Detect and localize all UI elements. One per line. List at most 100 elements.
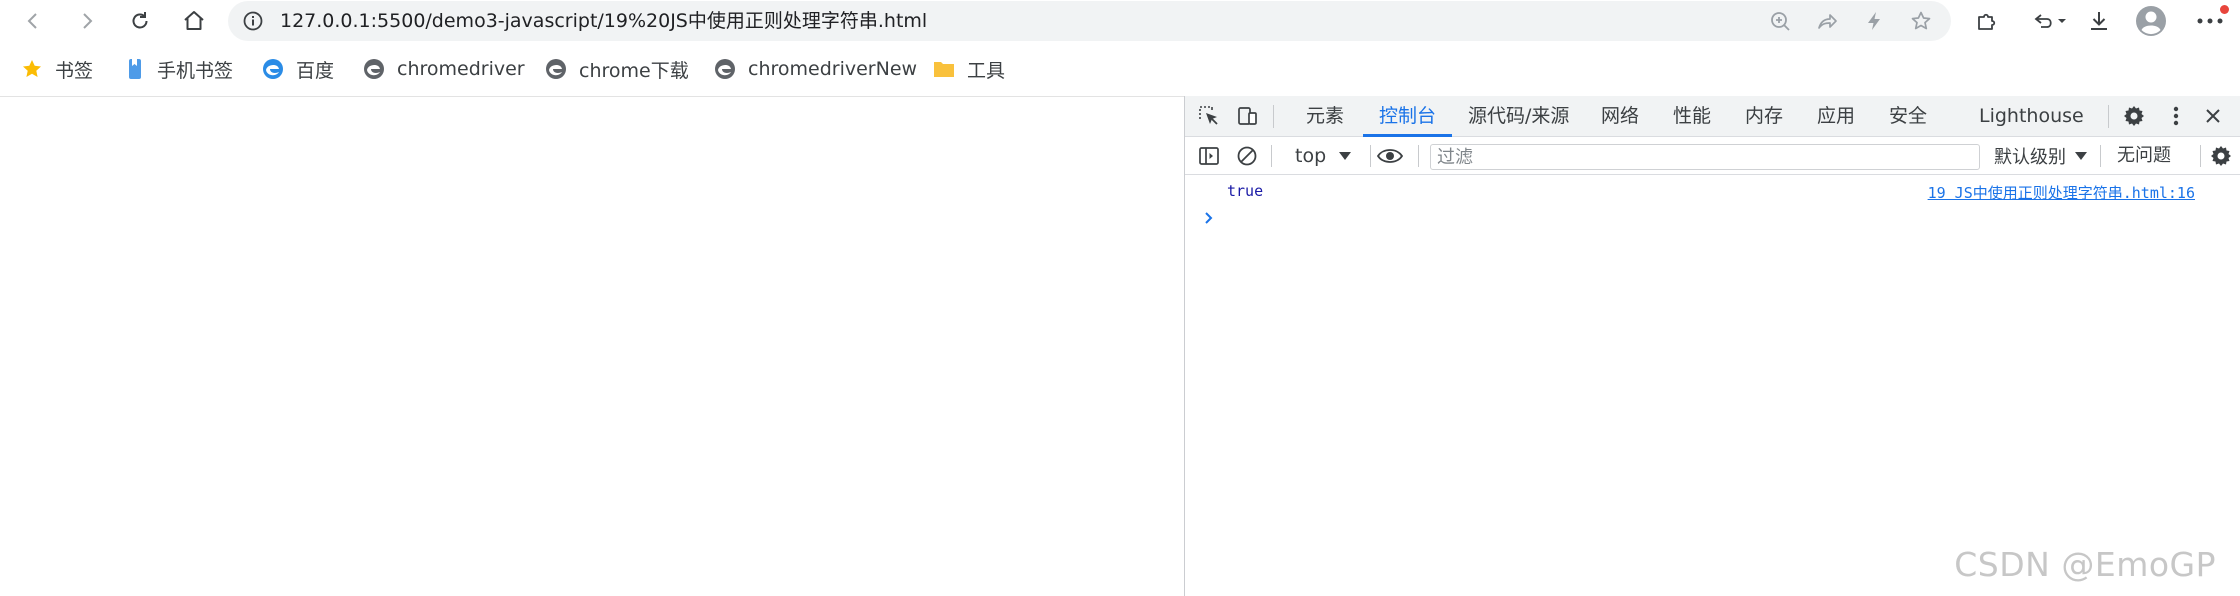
extensions-button[interactable] — [1967, 2, 2007, 40]
zoom-icon — [1769, 10, 1791, 32]
console-settings-button[interactable] — [2206, 141, 2236, 171]
notification-dot — [2220, 5, 2229, 14]
gear-icon — [2209, 144, 2233, 168]
log-level-value: 默认级别 — [1994, 147, 2066, 168]
share-button[interactable] — [1813, 7, 1841, 35]
site-info-icon[interactable] — [242, 10, 264, 32]
device-mode-icon — [1235, 104, 1259, 128]
bookmark-label: 手机书签 — [157, 59, 234, 82]
live-expression-button[interactable] — [1375, 141, 1405, 171]
chevron-right-icon — [1203, 210, 1215, 226]
bookmark-label: 书签 — [55, 59, 94, 82]
console-filter-input[interactable] — [1430, 144, 1980, 170]
eye-icon — [1376, 146, 1404, 166]
bookmark-item-bookmarks[interactable]: 书签 — [21, 48, 93, 90]
zoom-button[interactable] — [1766, 7, 1794, 35]
tab-actions-button[interactable] — [2025, 2, 2077, 40]
watermark: CSDN @EmoGP — [1954, 545, 2216, 584]
inspect-element-button[interactable] — [1194, 101, 1224, 131]
bookmark-label: chrome下载 — [579, 59, 689, 82]
tab-lighthouse[interactable]: Lighthouse — [1979, 96, 2084, 137]
console-toolbar: top 默认级别 无问题 — [1185, 137, 2240, 175]
home-button[interactable] — [175, 2, 213, 40]
back-button[interactable] — [14, 2, 52, 40]
toolbar-separator — [2100, 145, 2101, 167]
site-favicon-icon — [545, 58, 567, 80]
toolbar-separator — [1418, 145, 1419, 167]
bookmark-label: 百度 — [296, 59, 335, 82]
edge-icon — [262, 58, 284, 80]
bookmarks-bar: 书签 手机书签 百度 chromedriver chrome下载 chromed… — [0, 48, 2240, 90]
log-level-selector[interactable]: 默认级别 — [1994, 137, 2088, 175]
tab-elements[interactable]: 元素 — [1306, 96, 1344, 137]
bookmark-item-baidu[interactable]: 百度 — [262, 48, 334, 90]
bookmark-item-mobile[interactable]: 手机书签 — [125, 48, 233, 90]
devtools-settings-button[interactable] — [2119, 101, 2149, 131]
forward-arrow-icon — [77, 11, 97, 31]
bookmark-label: 工具 — [967, 59, 1006, 82]
more-horizontal-icon — [2196, 16, 2224, 26]
bookmark-item-chrome-download[interactable]: chrome下载 — [545, 48, 689, 90]
star-outline-icon — [1910, 10, 1932, 32]
block-icon — [1236, 145, 1258, 167]
toolbar-separator — [1370, 145, 1371, 167]
console-prompt[interactable] — [1203, 210, 1215, 226]
downloads-button[interactable] — [2079, 2, 2119, 40]
more-vertical-icon — [2172, 105, 2180, 127]
context-value: top — [1295, 145, 1327, 167]
home-icon — [182, 9, 206, 33]
reload-button[interactable] — [121, 2, 159, 40]
lightning-icon — [1863, 10, 1885, 32]
performance-button[interactable] — [1860, 7, 1888, 35]
back-arrow-icon — [23, 11, 43, 31]
context-selector[interactable]: top — [1295, 137, 1352, 175]
bookmark-folder-tools[interactable]: 工具 — [933, 48, 1005, 90]
tab-console[interactable]: 控制台 — [1362, 96, 1453, 137]
star-icon — [21, 58, 43, 80]
devtools-tab-bar: 元素 控制台 源代码/来源 网络 性能 内存 应用 安全 Lighthouse — [1185, 96, 2240, 137]
site-favicon-icon — [714, 58, 736, 80]
sidebar-toggle-icon — [1198, 145, 1220, 167]
console-output: true 19 JS中使用正则处理字符串.html:16 — [1185, 176, 2240, 596]
tab-performance[interactable]: 性能 — [1673, 96, 1711, 137]
show-sidebar-button[interactable] — [1194, 141, 1224, 171]
devtools-more-button[interactable] — [2161, 101, 2191, 131]
devtools-close-button[interactable] — [2198, 101, 2228, 131]
forward-button[interactable] — [68, 2, 106, 40]
bookmark-item-chromedriver-new[interactable]: chromedriverNew — [714, 48, 917, 90]
tab-application[interactable]: 应用 — [1817, 96, 1855, 137]
puzzle-icon — [1975, 9, 1999, 33]
devtools-panel: 元素 控制台 源代码/来源 网络 性能 内存 应用 安全 Lighthouse — [1184, 96, 2240, 596]
site-favicon-icon — [363, 58, 385, 80]
log-source-link[interactable]: 19 JS中使用正则处理字符串.html:16 — [1928, 182, 2195, 203]
tab-memory[interactable]: 内存 — [1745, 96, 1783, 137]
folder-icon — [933, 59, 955, 79]
bookmark-star-button[interactable] — [1907, 7, 1935, 35]
toolbar-separator — [2108, 105, 2109, 128]
url-text[interactable]: 127.0.0.1:5500/demo3-javascript/19%20JS中… — [280, 1, 927, 41]
reload-icon — [129, 10, 151, 32]
address-bar[interactable]: 127.0.0.1:5500/demo3-javascript/19%20JS中… — [228, 1, 1951, 41]
download-icon — [2087, 9, 2111, 33]
device-toolbar-button[interactable] — [1232, 101, 1262, 131]
close-icon — [2203, 106, 2223, 126]
profile-button[interactable] — [2131, 2, 2171, 40]
gear-icon — [2122, 104, 2146, 128]
content-divider — [0, 96, 1184, 97]
settings-menu-button[interactable] — [2190, 2, 2230, 40]
log-message: true — [1227, 182, 1264, 200]
issues-button[interactable]: 无问题 — [2117, 137, 2171, 175]
tab-network[interactable]: 网络 — [1601, 96, 1639, 137]
console-log-row: true 19 JS中使用正则处理字符串.html:16 — [1185, 176, 2240, 206]
caret-down-icon — [2074, 151, 2088, 161]
tab-security[interactable]: 安全 — [1889, 96, 1927, 137]
bookmark-label: chromedriverNew — [748, 58, 918, 80]
share-arrow-icon — [1816, 10, 1838, 32]
clear-console-button[interactable] — [1232, 141, 1262, 171]
bookmark-label: chromedriver — [397, 58, 525, 80]
phone-bookmark-icon — [125, 58, 145, 80]
toolbar-separator — [1273, 105, 1274, 128]
bookmark-item-chromedriver[interactable]: chromedriver — [363, 48, 525, 90]
tab-sources[interactable]: 源代码/来源 — [1468, 96, 1569, 137]
caret-down-icon — [1338, 151, 1352, 161]
